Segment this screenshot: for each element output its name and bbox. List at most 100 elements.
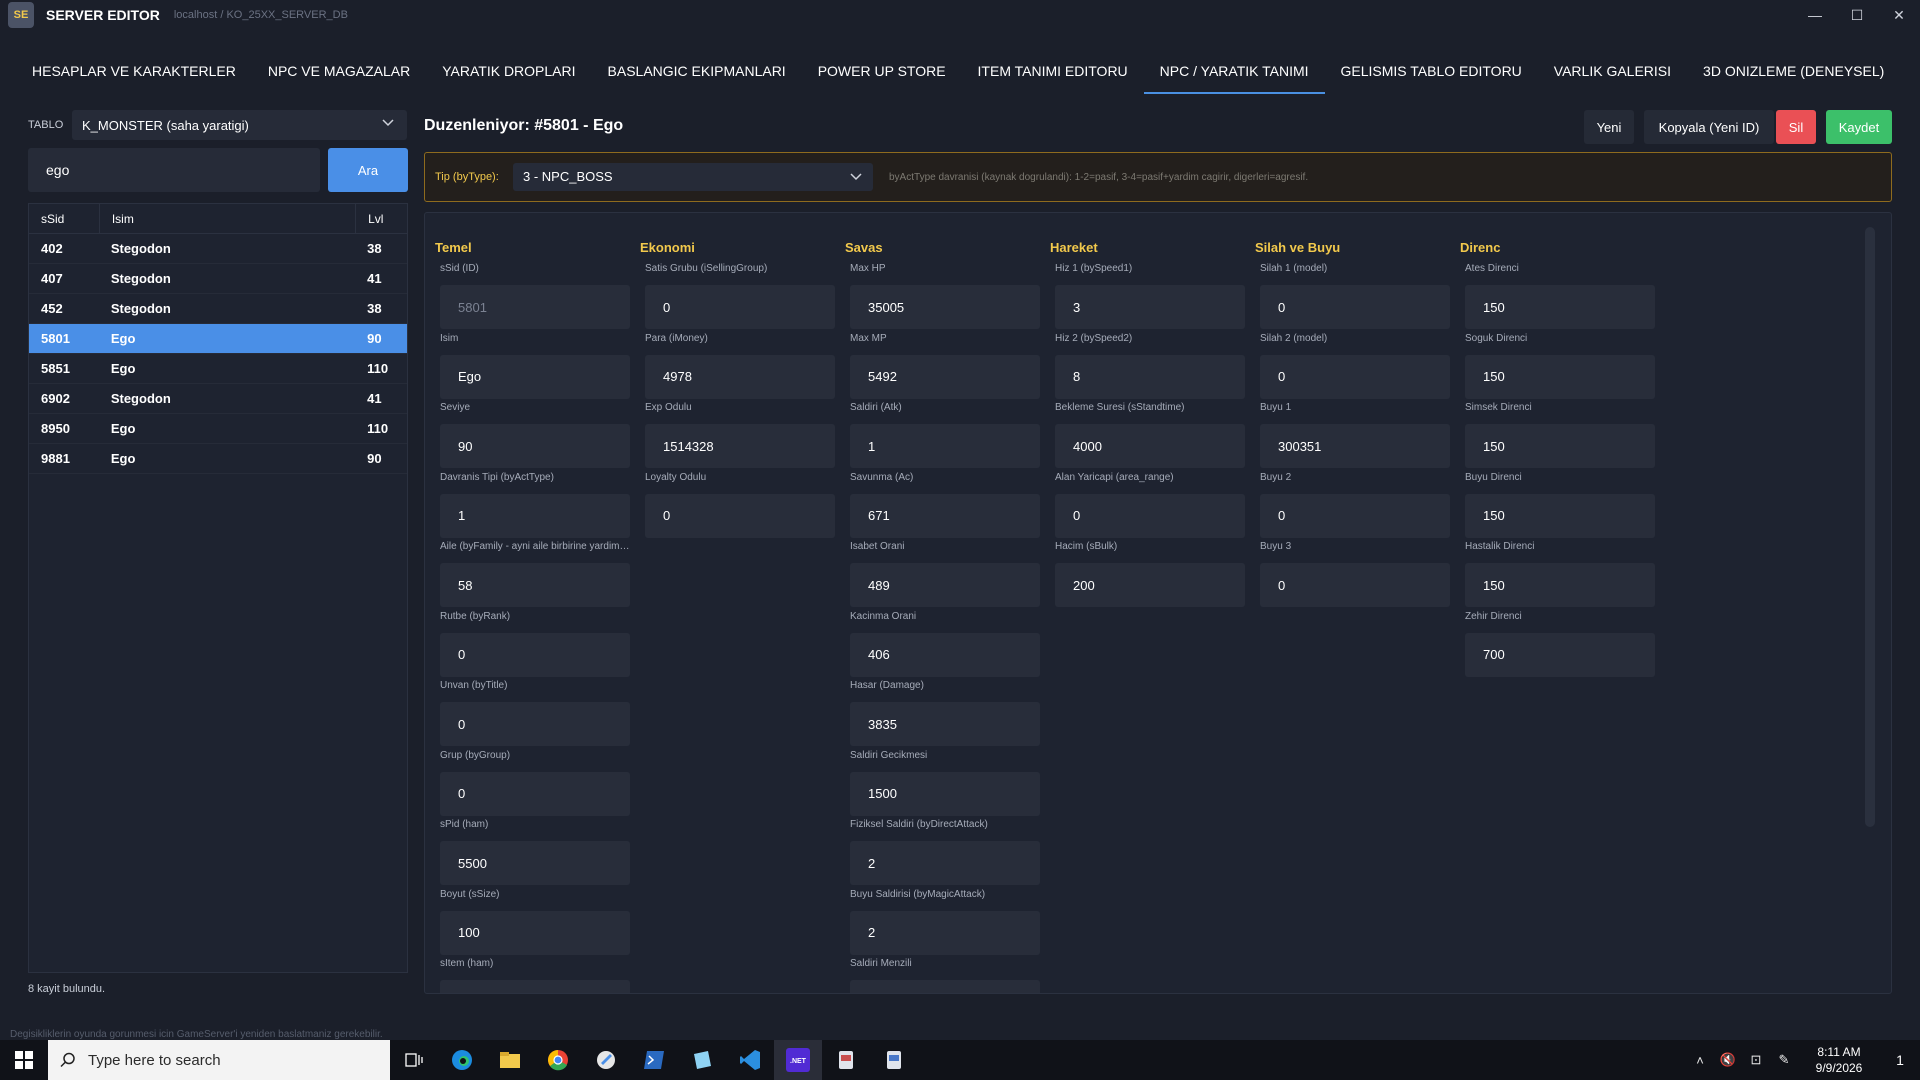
- chevron-up-icon[interactable]: ˄: [1686, 1053, 1714, 1068]
- field-input[interactable]: [1465, 424, 1655, 468]
- table-row[interactable]: 5851 Ego 110: [29, 354, 407, 384]
- column-header-sid[interactable]: sSid: [29, 212, 99, 226]
- field-input[interactable]: [440, 354, 630, 399]
- delete-button[interactable]: Sil: [1776, 110, 1816, 144]
- field-input[interactable]: [850, 632, 1040, 677]
- field-input[interactable]: [850, 980, 1040, 993]
- maximize-button[interactable]: ☐: [1836, 0, 1878, 30]
- tab-power-up-store[interactable]: POWER UP STORE: [802, 48, 962, 94]
- field-input[interactable]: [1055, 424, 1245, 468]
- notepad-icon[interactable]: [678, 1040, 726, 1080]
- field-input[interactable]: [850, 841, 1040, 885]
- powershell-icon[interactable]: [630, 1040, 678, 1080]
- taskbar-search-placeholder: Type here to search: [88, 1051, 221, 1069]
- field-input[interactable]: [850, 285, 1040, 329]
- field-input[interactable]: [850, 354, 1040, 399]
- field-input[interactable]: [1055, 563, 1245, 607]
- cell-sid: 6902: [41, 391, 70, 406]
- tab-accounts[interactable]: HESAPLAR VE KARAKTERLER: [16, 48, 252, 94]
- field-input[interactable]: [440, 702, 630, 746]
- table-row[interactable]: 452 Stegodon 38: [29, 294, 407, 324]
- table-row[interactable]: 8950 Ego 110: [29, 414, 407, 444]
- field-input[interactable]: [1260, 354, 1450, 399]
- field-input[interactable]: [850, 563, 1040, 607]
- tab-advanced-table[interactable]: GELISMIS TABLO EDITORU: [1325, 48, 1538, 94]
- section-title: Savas: [845, 240, 883, 255]
- new-button[interactable]: Yeni: [1584, 110, 1634, 144]
- table-row-selected[interactable]: 5801 Ego 90: [29, 324, 407, 354]
- minimize-button[interactable]: —: [1794, 0, 1836, 30]
- field-input[interactable]: [1055, 493, 1245, 538]
- table-row[interactable]: 407 Stegodon 41: [29, 264, 407, 294]
- field-input[interactable]: [440, 493, 630, 538]
- table-select[interactable]: K_MONSTER (saha yaratigi): [72, 110, 407, 140]
- taskbar-search[interactable]: Type here to search: [48, 1040, 390, 1080]
- field-input[interactable]: [440, 910, 630, 955]
- table-row[interactable]: 402 Stegodon 38: [29, 234, 407, 264]
- table-row[interactable]: 9881 Ego 90: [29, 444, 407, 474]
- field-input[interactable]: [850, 771, 1040, 816]
- tab-monster-drops[interactable]: YARATIK DROPLARI: [426, 48, 591, 94]
- field-input[interactable]: [1465, 354, 1655, 399]
- tab-npc-shops[interactable]: NPC VE MAGAZALAR: [252, 48, 426, 94]
- network-icon[interactable]: ⊡: [1742, 1052, 1770, 1068]
- notifications-icon[interactable]: 1: [1880, 1052, 1920, 1068]
- chrome-browser-icon[interactable]: [534, 1040, 582, 1080]
- field-input[interactable]: [1260, 285, 1450, 329]
- volume-muted-icon[interactable]: 🔇: [1714, 1052, 1742, 1068]
- clock[interactable]: 8:11 AM 9/9/2026: [1798, 1044, 1880, 1076]
- field-input[interactable]: [1260, 424, 1450, 468]
- field-input[interactable]: [1055, 285, 1245, 329]
- close-button[interactable]: ✕: [1878, 0, 1920, 30]
- field-input[interactable]: [850, 702, 1040, 746]
- field-input[interactable]: [440, 563, 630, 607]
- copy-button[interactable]: Kopyala (Yeni ID): [1644, 110, 1774, 144]
- search-input[interactable]: [28, 148, 320, 192]
- file-explorer-icon[interactable]: [486, 1040, 534, 1080]
- field-input[interactable]: [1055, 354, 1245, 399]
- field-input[interactable]: [440, 771, 630, 816]
- field-input[interactable]: [440, 424, 630, 468]
- field-input[interactable]: [1465, 285, 1655, 329]
- tab-3d-preview[interactable]: 3D ONIZLEME (DENEYSEL): [1687, 48, 1900, 94]
- field-input[interactable]: [1260, 563, 1450, 607]
- column-header-lvl[interactable]: Lvl: [355, 204, 407, 233]
- field-input[interactable]: [1465, 632, 1655, 677]
- field-input[interactable]: [850, 910, 1040, 955]
- app-icon-b[interactable]: [870, 1040, 918, 1080]
- pen-icon[interactable]: ✎: [1770, 1052, 1798, 1068]
- field-input[interactable]: [1465, 493, 1655, 538]
- cell-name: Ego: [110, 361, 136, 376]
- app-icon-a[interactable]: [822, 1040, 870, 1080]
- field-input[interactable]: [645, 493, 835, 538]
- column-header-name[interactable]: Isim: [98, 204, 355, 233]
- field-label: Silah 2 (model): [1260, 332, 1328, 344]
- task-view-icon[interactable]: [390, 1040, 438, 1080]
- field-input[interactable]: [440, 285, 630, 329]
- field-input[interactable]: [440, 841, 630, 885]
- field-input[interactable]: [850, 493, 1040, 538]
- edge-browser-icon[interactable]: [438, 1040, 486, 1080]
- vscode-icon[interactable]: [726, 1040, 774, 1080]
- table-row[interactable]: 6902 Stegodon 41: [29, 384, 407, 414]
- field-input[interactable]: [645, 424, 835, 468]
- field-input[interactable]: [850, 424, 1040, 468]
- app-tool-icon[interactable]: [582, 1040, 630, 1080]
- tab-npc-definition[interactable]: NPC / YARATIK TANIMI: [1143, 48, 1325, 94]
- field-input[interactable]: [645, 354, 835, 399]
- search-button[interactable]: Ara: [328, 148, 408, 192]
- form-scrollbar[interactable]: [1865, 227, 1875, 827]
- field-label: sItem (ham): [440, 958, 494, 969]
- field-input[interactable]: [440, 980, 630, 993]
- field-input[interactable]: [1260, 493, 1450, 538]
- dotnet-icon[interactable]: .NET: [774, 1040, 822, 1080]
- windows-start-button[interactable]: [0, 1040, 48, 1080]
- type-select[interactable]: 3 - NPC_BOSS: [513, 163, 873, 191]
- field-input[interactable]: [440, 632, 630, 677]
- field-input[interactable]: [1465, 563, 1655, 607]
- save-button[interactable]: Kaydet: [1826, 110, 1892, 144]
- field-input[interactable]: [645, 285, 835, 329]
- tab-asset-gallery[interactable]: VARLIK GALERISI: [1538, 48, 1687, 94]
- tab-start-equipment[interactable]: BASLANGIC EKIPMANLARI: [592, 48, 802, 94]
- tab-item-editor[interactable]: ITEM TANIMI EDITORU: [962, 48, 1144, 94]
